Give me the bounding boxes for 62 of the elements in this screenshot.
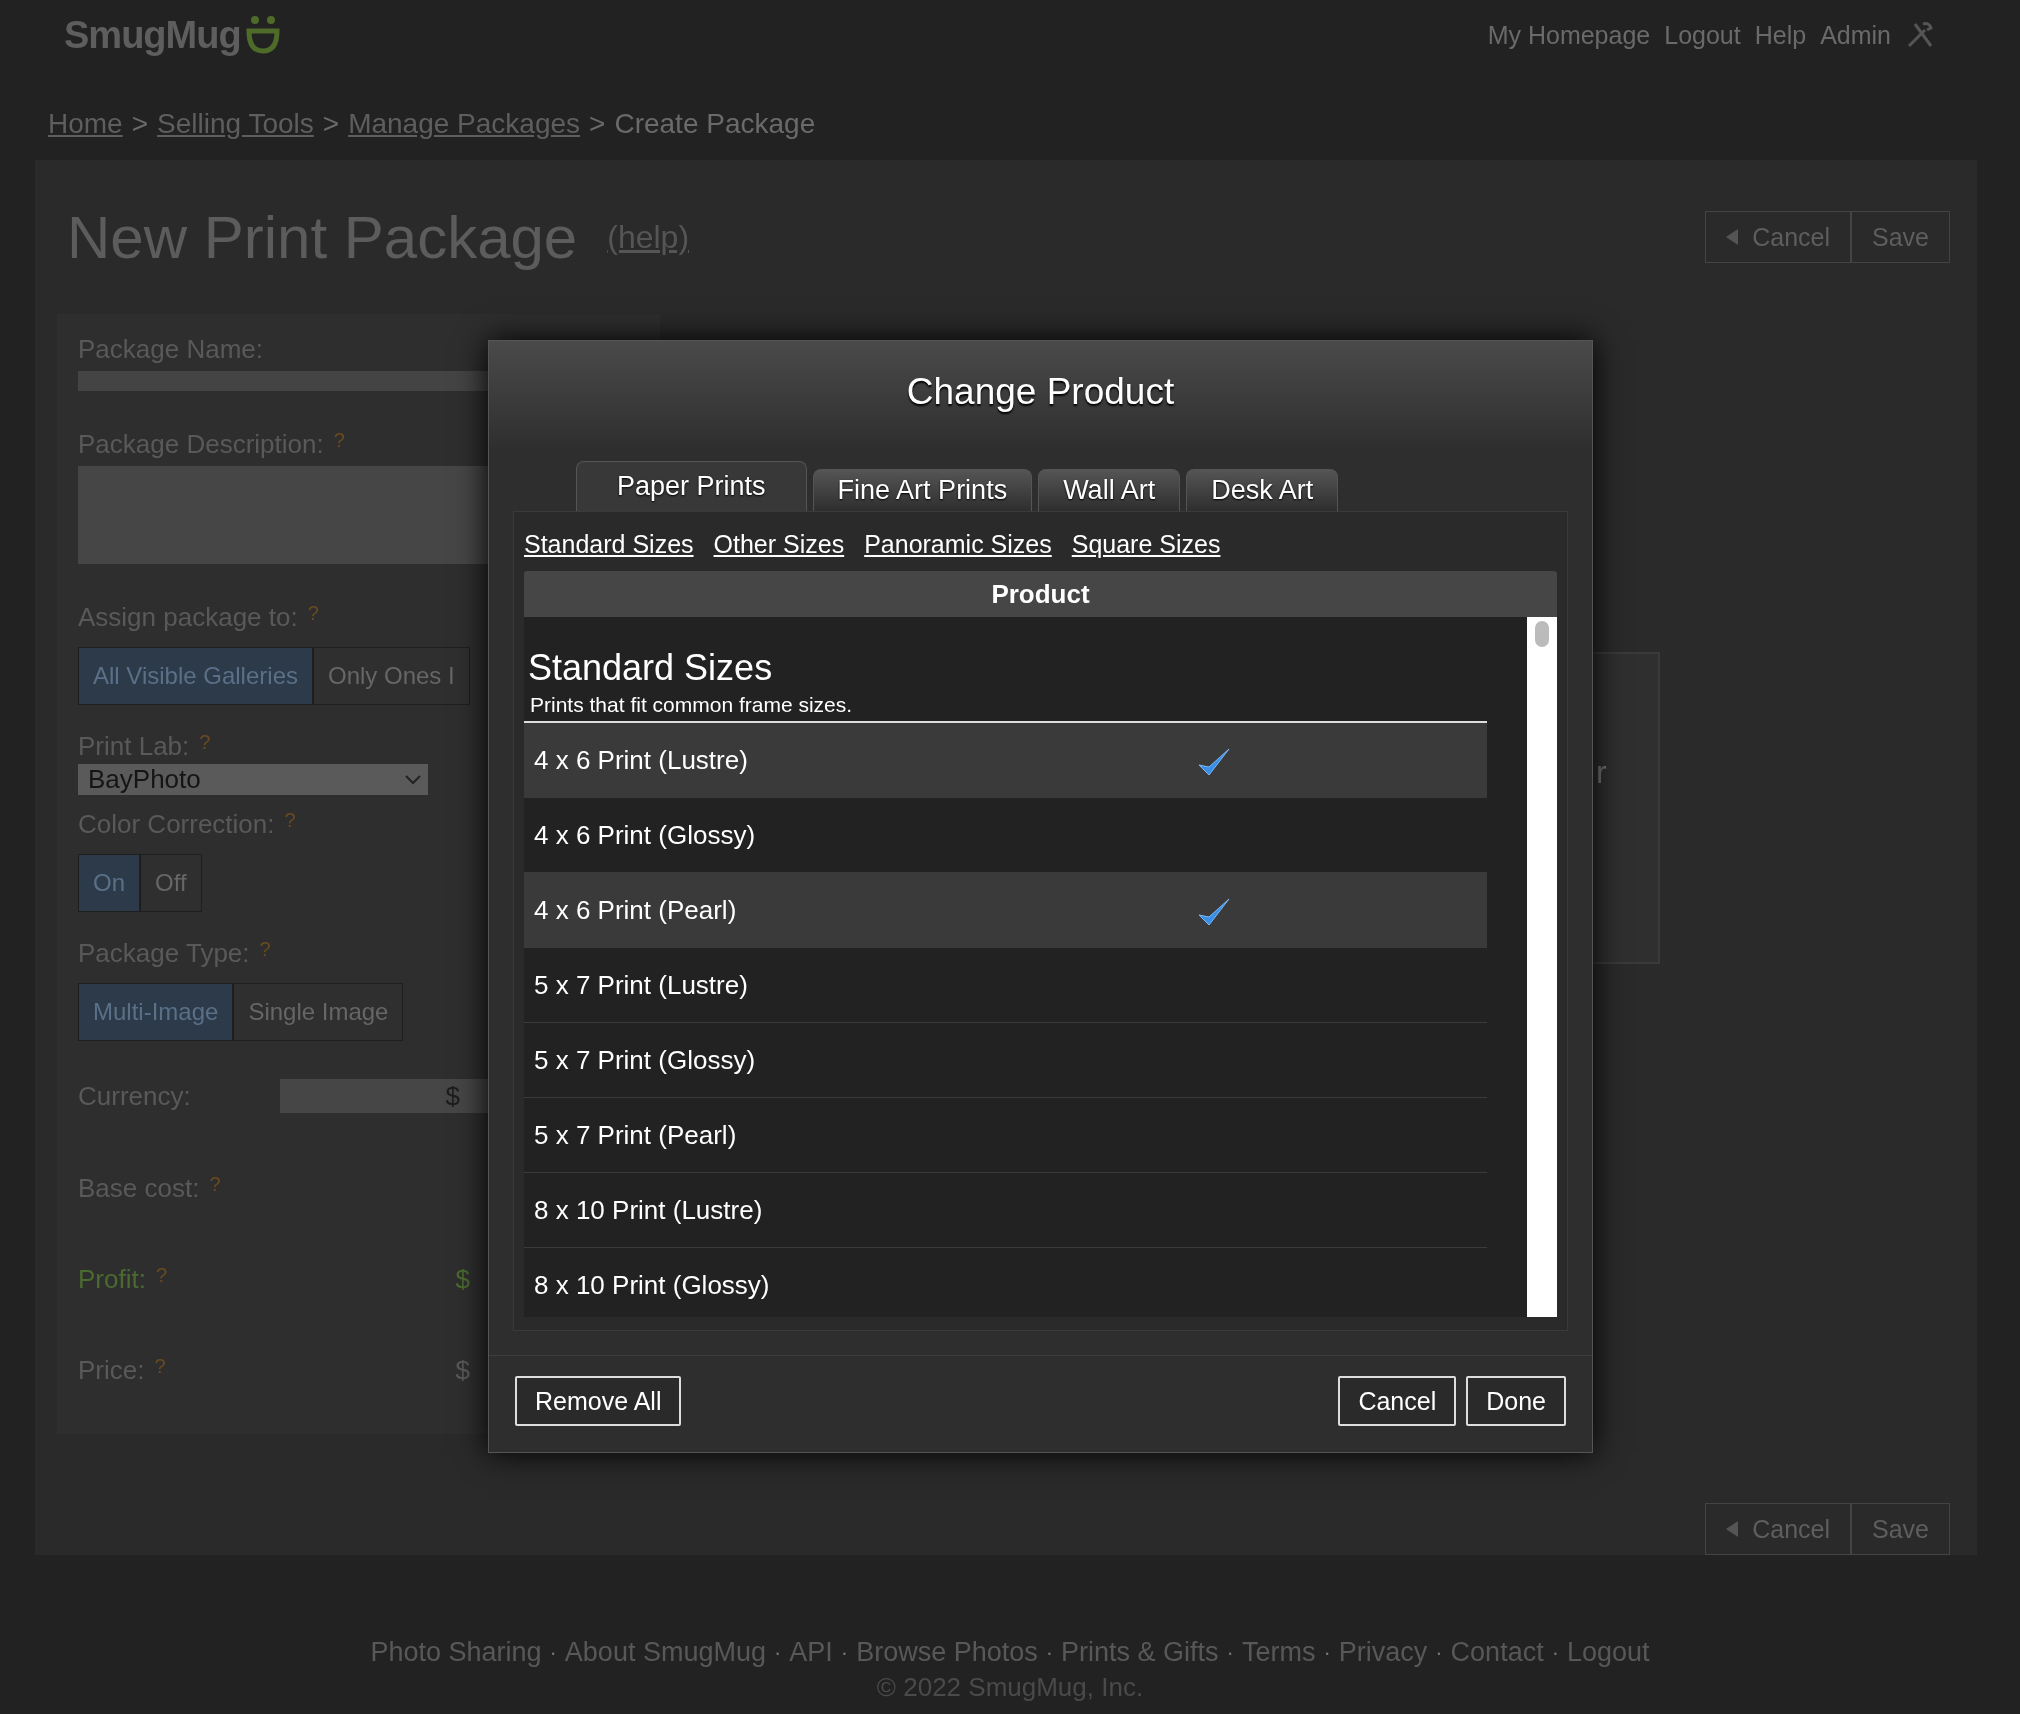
help-icon[interactable]: ? bbox=[284, 809, 296, 832]
section-title: Standard Sizes bbox=[527, 646, 774, 689]
help-icon[interactable]: ? bbox=[259, 938, 271, 961]
help-icon[interactable]: ? bbox=[155, 1264, 168, 1287]
nav-link[interactable]: Logout bbox=[1664, 20, 1741, 50]
nav-link[interactable]: My Homepage bbox=[1487, 20, 1651, 50]
help-icon[interactable]: ? bbox=[199, 731, 211, 754]
product-row[interactable]: 5 x 7 Print (Glossy) bbox=[524, 1023, 1487, 1098]
logo[interactable]: SmugMug bbox=[64, 13, 241, 57]
segment-option[interactable]: All Visible Galleries bbox=[78, 647, 313, 705]
smiley-logo-icon bbox=[244, 15, 281, 55]
breadcrumb-link[interactable]: Manage Packages bbox=[348, 108, 581, 160]
print-lab-select[interactable]: BayPhoto bbox=[78, 764, 428, 795]
amount-value: $ bbox=[455, 1355, 470, 1386]
help-icon[interactable]: ? bbox=[209, 1173, 221, 1196]
help-icon[interactable]: ? bbox=[154, 1355, 166, 1378]
product-tab[interactable]: Paper Prints bbox=[576, 461, 807, 511]
breadcrumb-separator: > bbox=[589, 108, 606, 141]
product-row[interactable]: 5 x 7 Print (Pearl) bbox=[524, 1098, 1487, 1173]
separator-dot: · bbox=[1435, 1639, 1443, 1666]
done-button[interactable]: Done bbox=[1466, 1376, 1566, 1426]
column-header: Product bbox=[524, 571, 1557, 617]
help-icon[interactable]: ? bbox=[333, 428, 345, 452]
breadcrumb-separator: > bbox=[322, 108, 340, 141]
breadcrumb-link[interactable]: Home bbox=[48, 108, 123, 160]
size-link[interactable]: Standard Sizes bbox=[524, 530, 694, 559]
segment-option[interactable]: On bbox=[78, 854, 140, 912]
separator-dot: · bbox=[1551, 1639, 1559, 1666]
size-link[interactable]: Other Sizes bbox=[713, 530, 845, 559]
cancel-button[interactable]: Cancel bbox=[1338, 1376, 1457, 1426]
separator-dot: · bbox=[840, 1639, 849, 1666]
amount-value: $ bbox=[455, 1264, 470, 1295]
separator-dot: · bbox=[1323, 1639, 1331, 1666]
segment-option[interactable]: Multi-Image bbox=[78, 983, 234, 1041]
help-icon[interactable]: ? bbox=[307, 602, 319, 625]
product-row[interactable]: 4 x 6 Print (Lustre) bbox=[524, 723, 1487, 798]
nav-link[interactable]: Admin bbox=[1820, 20, 1891, 50]
chevron-down-icon bbox=[404, 773, 422, 786]
product-tab[interactable]: Desk Art bbox=[1186, 469, 1339, 511]
size-link[interactable]: Square Sizes bbox=[1071, 530, 1221, 559]
separator-dot: · bbox=[549, 1639, 557, 1666]
separator-dot: · bbox=[773, 1639, 782, 1666]
product-tab[interactable]: Wall Art bbox=[1038, 469, 1181, 511]
product-row[interactable]: 4 x 6 Print (Pearl) bbox=[524, 873, 1487, 948]
product-tab[interactable]: Fine Art Prints bbox=[812, 469, 1033, 511]
nav-link[interactable]: Help bbox=[1754, 20, 1807, 50]
remove-all-button[interactable]: Remove All bbox=[515, 1376, 682, 1426]
back-triangle-icon bbox=[1726, 229, 1739, 245]
product-row[interactable]: 5 x 7 Print (Lustre) bbox=[524, 948, 1487, 1023]
panel-text: r bbox=[1596, 754, 1607, 790]
tools-icon[interactable] bbox=[1905, 20, 1935, 50]
size-link[interactable]: Panoramic Sizes bbox=[864, 530, 1052, 559]
separator-dot: · bbox=[1226, 1639, 1234, 1666]
field-label: Profit: bbox=[78, 1264, 146, 1295]
product-row[interactable]: 8 x 10 Print (Lustre) bbox=[524, 1173, 1487, 1248]
breadcrumb-separator: > bbox=[131, 108, 149, 141]
dialog-title: Change Product bbox=[905, 370, 1176, 414]
back-triangle-icon bbox=[1726, 1521, 1739, 1537]
product-row[interactable]: 8 x 10 Print (Glossy) bbox=[524, 1248, 1487, 1317]
separator-dot: · bbox=[1045, 1639, 1054, 1666]
breadcrumb-current: Create Package bbox=[614, 108, 816, 141]
breadcrumb-link[interactable]: Selling Tools bbox=[157, 108, 314, 160]
